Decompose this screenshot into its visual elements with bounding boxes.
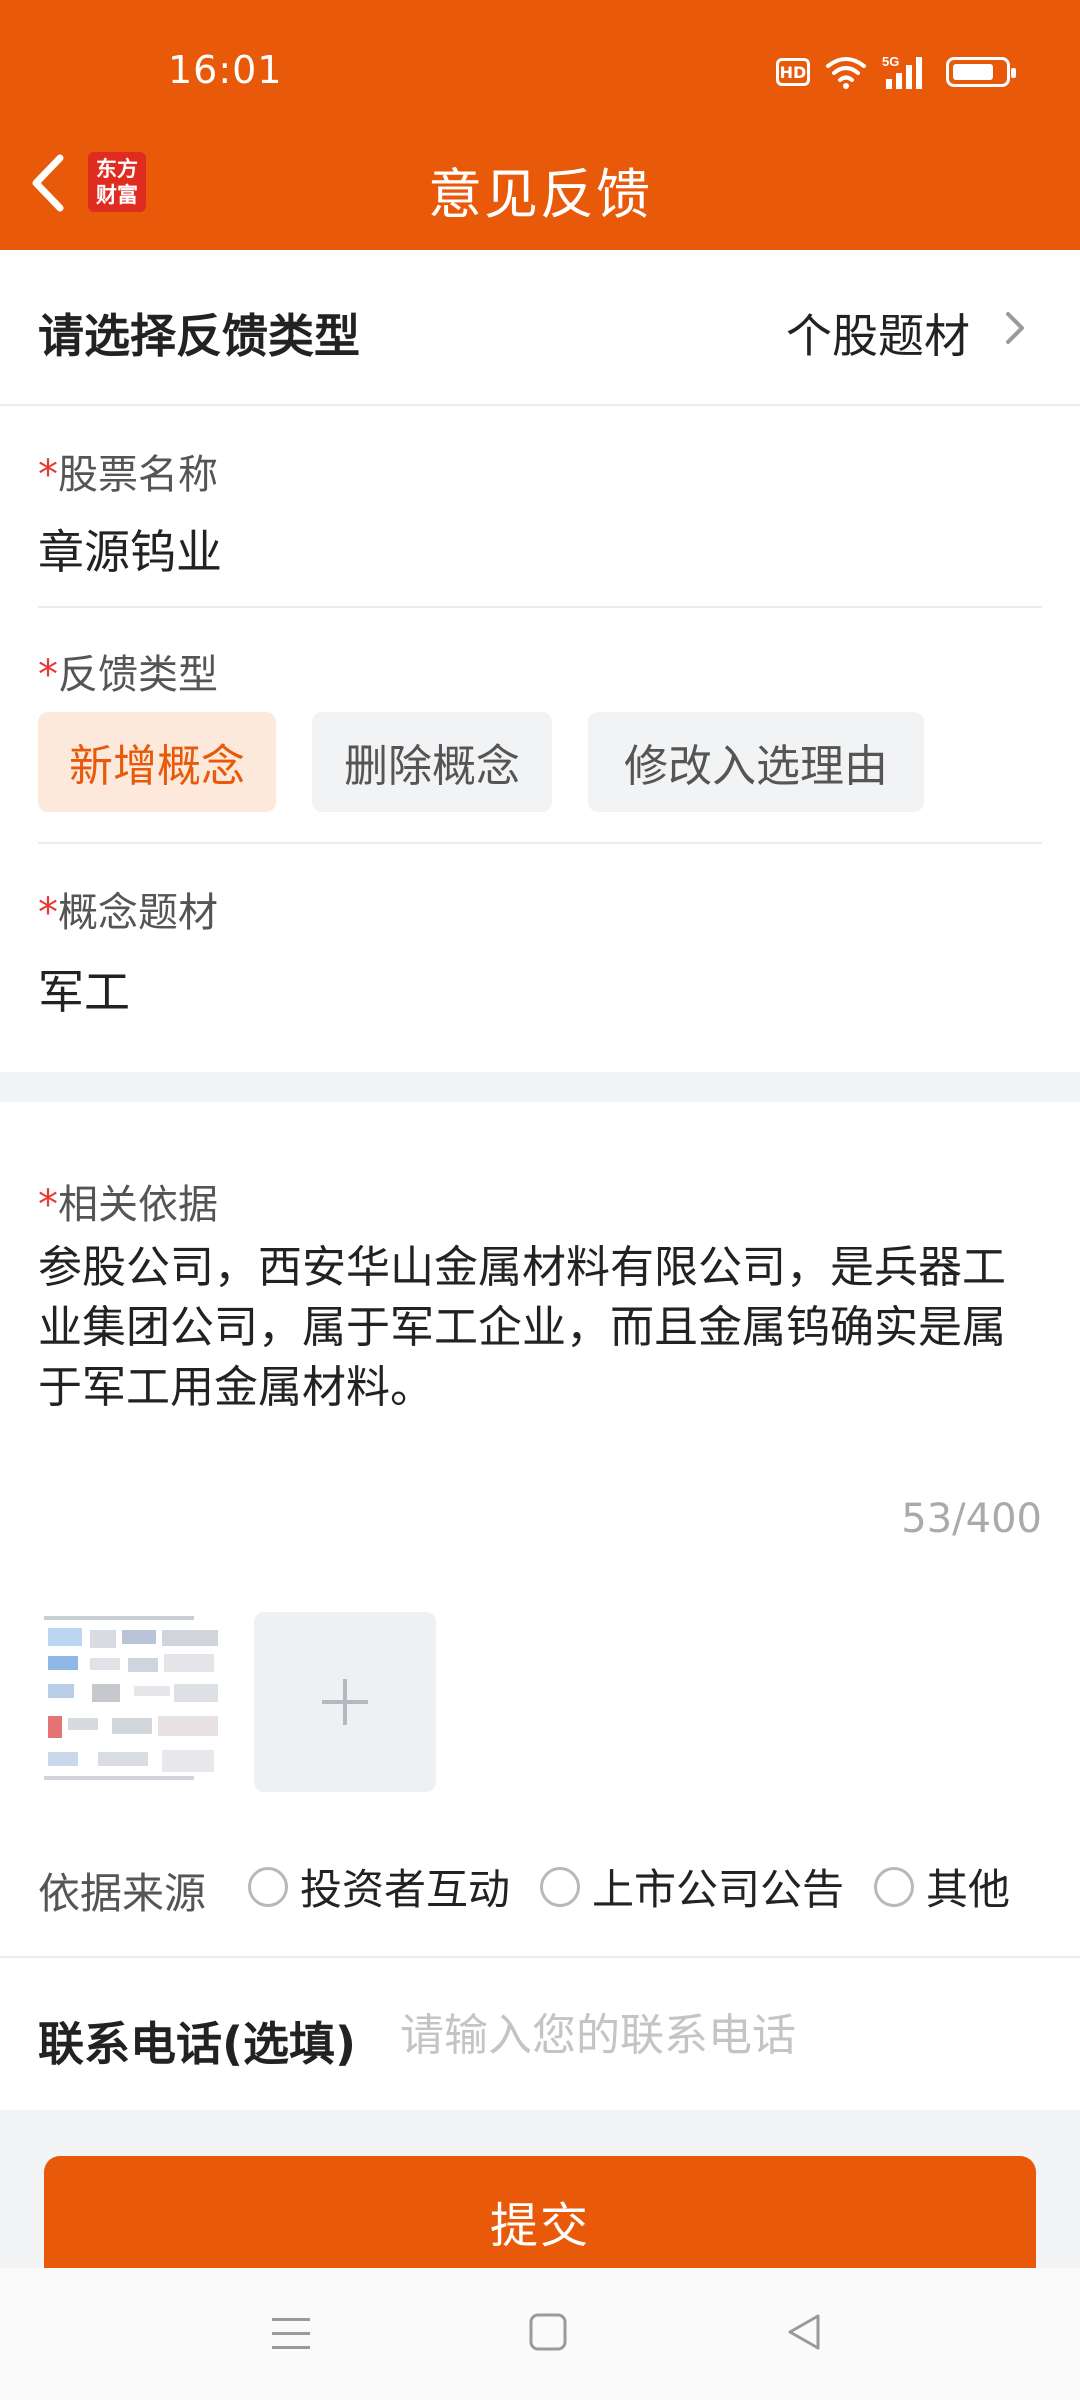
radio-investor-interaction[interactable]: 投资者互动 xyxy=(248,1856,510,1917)
concept-theme-label-text: 概念题材 xyxy=(58,890,218,936)
add-attachment-button[interactable] xyxy=(254,1612,436,1792)
back-triangle-icon[interactable] xyxy=(784,2312,824,2352)
radio-label: 投资者互动 xyxy=(300,1865,511,1914)
home-square-icon[interactable] xyxy=(528,2312,568,2352)
feedback-category-label: *反馈类型 xyxy=(38,642,218,700)
page-title: 意见反馈 xyxy=(428,163,652,226)
submit-button[interactable]: 提交 xyxy=(44,2156,1036,2286)
stock-name-label: *股票名称 xyxy=(38,442,218,500)
concept-theme-label: *概念题材 xyxy=(38,880,218,938)
radio-circle-icon xyxy=(874,1866,915,1907)
chip-remove-concept[interactable]: 删除概念 xyxy=(312,712,552,812)
status-icons: HD 5G xyxy=(776,52,1016,92)
concept-theme-value[interactable]: 军工 xyxy=(38,956,130,1022)
divider xyxy=(38,606,1042,608)
source-label: 依据来源 xyxy=(38,1869,207,1918)
attachment-thumbnail[interactable] xyxy=(38,1612,238,1792)
basis-textarea[interactable]: 参股公司，西安华山金属材料有限公司，是兵器工业集团公司，属于军工企业，而且金属钨… xyxy=(38,1238,1048,1418)
status-time: 16:01 xyxy=(168,48,283,92)
radio-circle-icon xyxy=(248,1866,288,1907)
signal-icon: 5G xyxy=(882,54,922,89)
radio-label: 其他 xyxy=(926,1865,1011,1914)
required-mark: * xyxy=(38,1182,58,1228)
chip-modify-reason[interactable]: 修改入选理由 xyxy=(588,712,924,812)
basis-label: *相关依据 xyxy=(38,1172,218,1230)
battery-icon xyxy=(946,57,1016,87)
radio-other[interactable]: 其他 xyxy=(874,1856,1010,1917)
menu-icon[interactable] xyxy=(270,2314,312,2354)
required-mark: * xyxy=(38,652,58,698)
system-nav-bar xyxy=(0,2268,1080,2400)
radio-circle-icon xyxy=(540,1866,581,1907)
wifi-icon xyxy=(826,57,866,89)
char-counter: 53/400 xyxy=(901,1496,1042,1542)
chip-add-concept[interactable]: 新增概念 xyxy=(38,712,276,812)
source-radio-group: 投资者互动 上市公司公告 其他 xyxy=(248,1856,1040,1917)
divider xyxy=(0,1956,1080,1958)
required-mark: * xyxy=(38,890,58,936)
network-label: 5G xyxy=(882,54,899,69)
feedback-category-label-text: 反馈类型 xyxy=(58,652,218,698)
radio-company-announcement[interactable]: 上市公司公告 xyxy=(540,1856,844,1917)
screenshot-thumbnail-image xyxy=(38,1612,238,1792)
phone-label: 联系电话(选填) xyxy=(38,2017,357,2071)
required-mark: * xyxy=(38,452,58,498)
hd-icon: HD xyxy=(776,58,810,86)
divider xyxy=(0,404,1080,406)
basis-label-text: 相关依据 xyxy=(58,1182,218,1228)
stock-name-value[interactable]: 章源钨业 xyxy=(38,516,222,582)
radio-label: 上市公司公告 xyxy=(592,1865,845,1914)
feedback-type-value: 个股题材 xyxy=(786,309,970,363)
feedback-type-label: 请选择反馈类型 xyxy=(38,309,360,363)
divider xyxy=(38,842,1042,844)
stock-name-label-text: 股票名称 xyxy=(58,452,218,498)
phone-input[interactable] xyxy=(400,2000,1040,2070)
chevron-right-icon xyxy=(1006,312,1024,344)
plus-icon xyxy=(322,1679,368,1725)
